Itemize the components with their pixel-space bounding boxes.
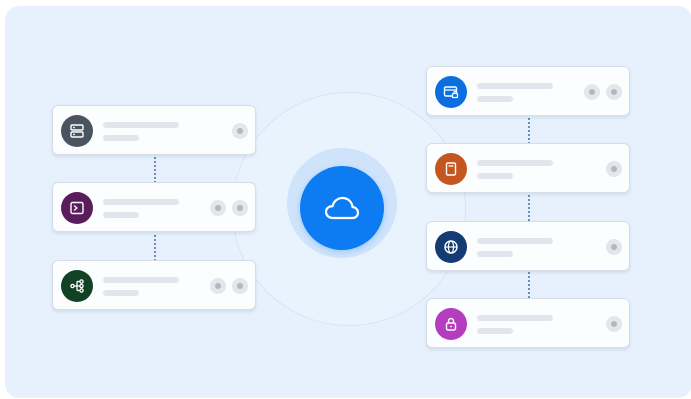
network-tree-icon <box>70 279 84 293</box>
status-dot[interactable] <box>606 161 622 177</box>
right-connector-1 <box>528 118 530 144</box>
card-subtitle-placeholder <box>477 251 513 257</box>
card-subtitle-placeholder <box>103 290 139 296</box>
globe-icon <box>444 240 458 254</box>
card-icon-badge <box>61 115 93 147</box>
card-icon-badge <box>61 270 93 302</box>
card-subtitle-placeholder <box>477 328 513 334</box>
service-card-padlock[interactable] <box>426 298 630 348</box>
card-title-placeholder <box>477 83 553 89</box>
right-connector-2 <box>528 195 530 221</box>
status-dot[interactable] <box>606 84 622 100</box>
terminal-icon <box>70 201 84 215</box>
card-title-placeholder <box>103 277 179 283</box>
card-icon-badge <box>435 308 467 340</box>
card-subtitle-placeholder <box>103 212 139 218</box>
card-icon-badge <box>435 76 467 108</box>
card-subtitle-placeholder <box>477 96 513 102</box>
lock-card-icon <box>443 86 459 99</box>
service-card-server[interactable] <box>52 105 256 155</box>
card-title-placeholder <box>477 160 553 166</box>
card-subtitle-placeholder <box>103 135 139 141</box>
file-icon <box>445 162 457 176</box>
server-icon <box>70 124 84 138</box>
status-dot[interactable] <box>606 316 622 332</box>
status-dot[interactable] <box>232 123 248 139</box>
left-connector-2 <box>154 235 156 261</box>
service-card-globe[interactable] <box>426 221 630 271</box>
left-connector-1 <box>154 157 156 183</box>
cloud-icon <box>324 196 360 220</box>
diagram-canvas <box>5 6 691 398</box>
status-dot[interactable] <box>210 200 226 216</box>
status-dot[interactable] <box>606 239 622 255</box>
status-dot[interactable] <box>232 200 248 216</box>
card-title-placeholder <box>477 315 553 321</box>
card-icon-badge <box>61 192 93 224</box>
card-icon-badge <box>435 231 467 263</box>
right-connector-3 <box>528 272 530 298</box>
card-title-placeholder <box>103 199 179 205</box>
cloud-hub <box>300 166 384 250</box>
service-card-secure-card[interactable] <box>426 66 630 116</box>
service-card-network[interactable] <box>52 260 256 310</box>
status-dot[interactable] <box>232 278 248 294</box>
card-title-placeholder <box>103 122 179 128</box>
card-icon-badge <box>435 153 467 185</box>
card-subtitle-placeholder <box>477 173 513 179</box>
padlock-icon <box>445 317 457 331</box>
status-dot[interactable] <box>584 84 600 100</box>
service-card-file[interactable] <box>426 143 630 193</box>
service-card-terminal[interactable] <box>52 182 256 232</box>
status-dot[interactable] <box>210 278 226 294</box>
card-title-placeholder <box>477 238 553 244</box>
